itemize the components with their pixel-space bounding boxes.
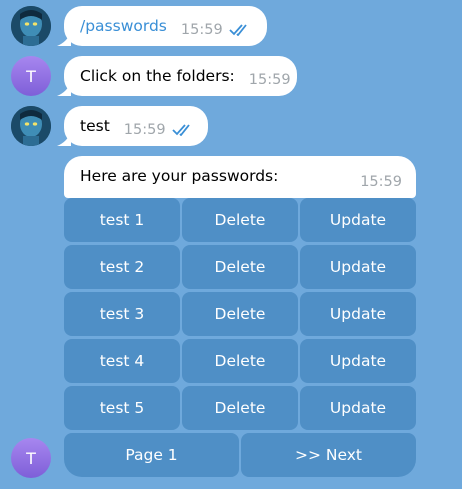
bot-avatar-letter: T [26,66,36,86]
password-item-button[interactable]: test 3 [64,292,180,336]
update-button[interactable]: Update [300,245,416,289]
button-label: Update [329,305,387,323]
message-time: 15:59 [180,22,223,38]
update-button[interactable]: Update [300,198,416,242]
bot-avatar[interactable]: T [11,438,51,478]
delete-button[interactable]: Delete [182,198,298,242]
command-link[interactable]: /passwords [80,17,167,35]
button-label: >> Next [294,446,362,464]
delete-button[interactable]: Delete [182,339,298,383]
delete-button[interactable]: Delete [182,245,298,289]
button-label: test 4 [99,352,145,370]
button-label: Delete [214,211,266,229]
message-time: 15:59 [248,72,291,88]
button-label: test 3 [99,305,145,323]
message-text: Here are your passwords: [80,167,279,185]
bubble-tail [57,32,71,46]
message-text: test [80,117,110,135]
password-item-button[interactable]: test 1 [64,198,180,242]
user-avatar[interactable] [11,106,51,146]
button-label: Update [329,352,387,370]
delete-button[interactable]: Delete [182,386,298,430]
double-check-icon [229,24,247,36]
bot-avatar-letter: T [26,448,36,468]
user-avatar-image [11,6,51,46]
password-item-button[interactable]: test 5 [64,386,180,430]
button-label: Update [329,399,387,417]
message-time: 15:59 [123,122,166,138]
message-bubble-1: /passwords 15:59 [57,6,267,46]
update-button[interactable]: Update [300,386,416,430]
button-label: Delete [214,258,266,276]
page-indicator-button[interactable]: Page 1 [64,433,239,477]
user-avatar-image [11,106,51,146]
button-label: Update [329,258,387,276]
delete-button[interactable]: Delete [182,292,298,336]
button-label: test 1 [99,211,145,229]
button-label: Page 1 [125,446,178,464]
update-button[interactable]: Update [300,339,416,383]
button-label: test 5 [99,399,145,417]
bubble-tail [57,132,71,146]
button-label: Delete [214,352,266,370]
message-bubble-3: test 15:59 [57,106,208,146]
button-label: Delete [214,305,266,323]
message-bubble-4: Here are your passwords: 15:59 [64,156,416,198]
button-label: Delete [214,399,266,417]
message-text: Click on the folders: [80,67,235,85]
double-check-icon [171,124,190,136]
password-item-button[interactable]: test 4 [64,339,180,383]
button-label: Update [329,211,387,229]
bot-avatar[interactable]: T [11,56,51,96]
message-time: 15:59 [360,174,402,190]
message-bubble-2: Click on the folders: 15:59 [57,56,297,96]
next-page-button[interactable]: >> Next [241,433,416,477]
button-label: test 2 [99,258,145,276]
user-avatar[interactable] [11,6,51,46]
update-button[interactable]: Update [300,292,416,336]
password-item-button[interactable]: test 2 [64,245,180,289]
bubble-tail [57,82,71,96]
